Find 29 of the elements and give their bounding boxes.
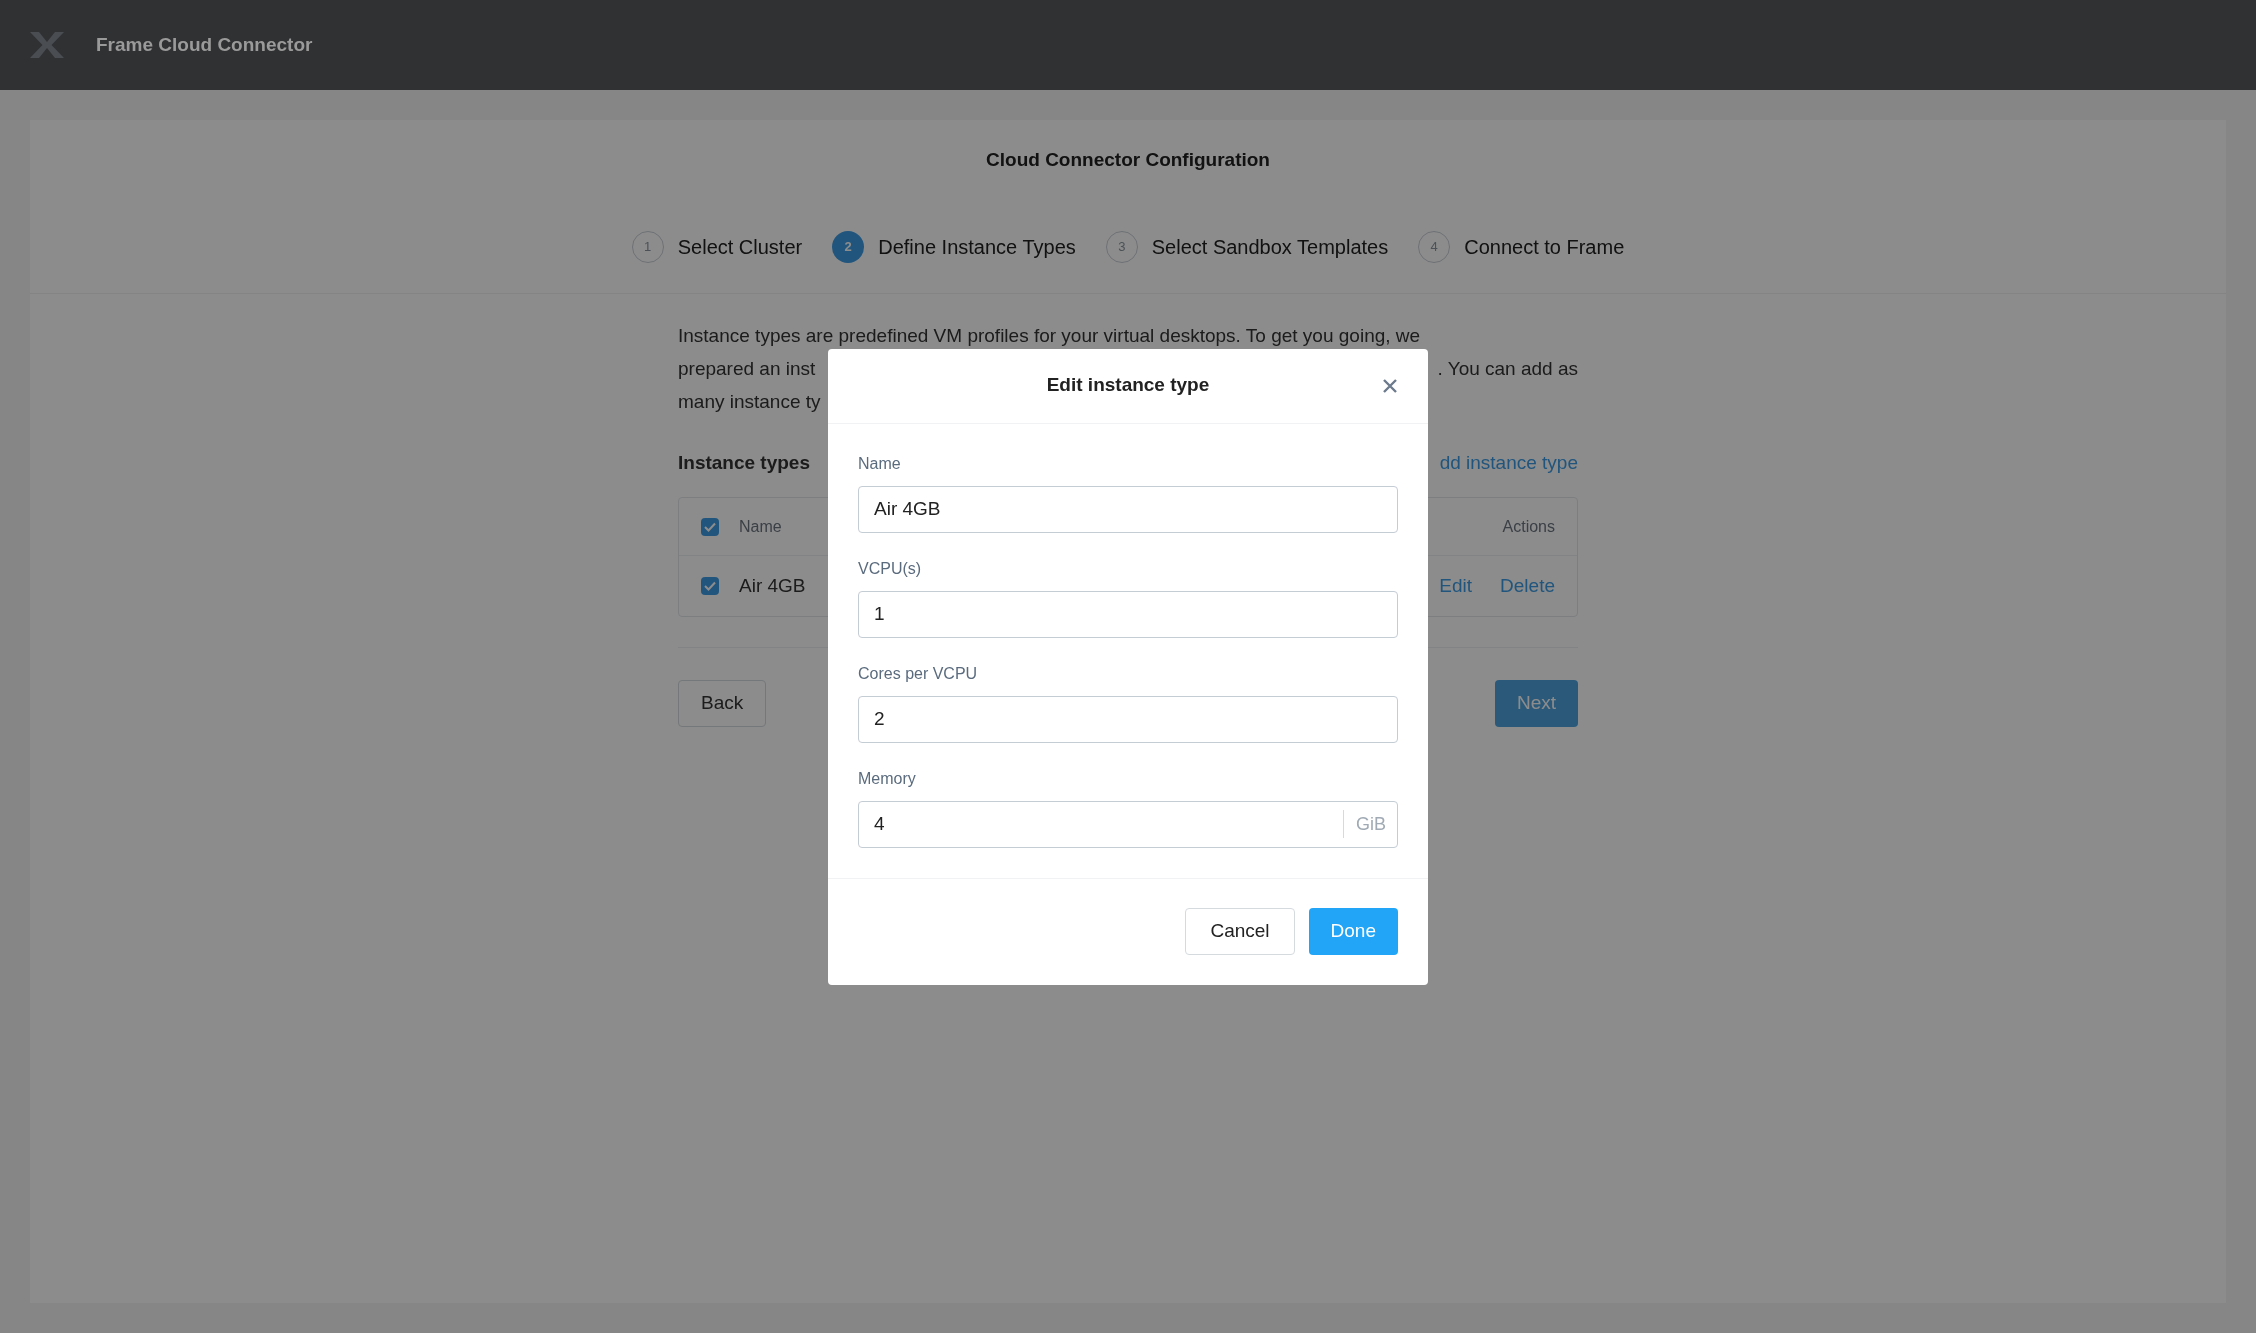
intro-text: many instance ty — [678, 389, 821, 414]
cancel-button[interactable]: Cancel — [1185, 908, 1295, 955]
intro-text: Instance types are predefined VM profiles for your virtual desktops. To get you going, we — [678, 323, 1421, 348]
column-header: Actions — [1502, 516, 1555, 537]
table-cell-text: Air 4GB — [739, 573, 806, 598]
section-title: Instance types — [678, 450, 810, 475]
step-tab[interactable]: 4 Connect to Frame — [1418, 230, 1625, 263]
step-tab[interactable]: 1 Select Cluster — [631, 230, 803, 263]
step-tab[interactable]: 3 Select Sandbox Templates — [1105, 230, 1389, 263]
field-label: Name — [858, 453, 902, 474]
unit-label: GiB — [1356, 812, 1386, 836]
close-icon[interactable] — [1382, 377, 1398, 394]
field-label: Memory — [858, 768, 917, 789]
field-label: Cores per VCPU — [858, 663, 979, 684]
input-field[interactable]: 2 — [858, 695, 1398, 743]
app-title: Frame Cloud Connector — [96, 32, 313, 57]
step-tab[interactable]: 2 Define Instance Types — [832, 230, 1076, 263]
intro-text: prepared an inst — [678, 356, 816, 381]
page-title: Cloud Connector Configuration — [986, 148, 1270, 172]
logo-icon — [30, 32, 64, 58]
back-button[interactable]: Back — [678, 680, 767, 727]
dialog-title: Edit instance type — [1046, 373, 1210, 398]
input-field[interactable]: 1 — [858, 590, 1398, 638]
field-label: VCPU(s) — [858, 558, 923, 579]
column-header: Name — [739, 516, 782, 537]
checkbox[interactable] — [701, 577, 719, 595]
input-field[interactable]: Air 4GB — [858, 485, 1398, 533]
checkbox[interactable] — [701, 517, 719, 536]
intro-text: . You can add as — [1437, 356, 1578, 381]
